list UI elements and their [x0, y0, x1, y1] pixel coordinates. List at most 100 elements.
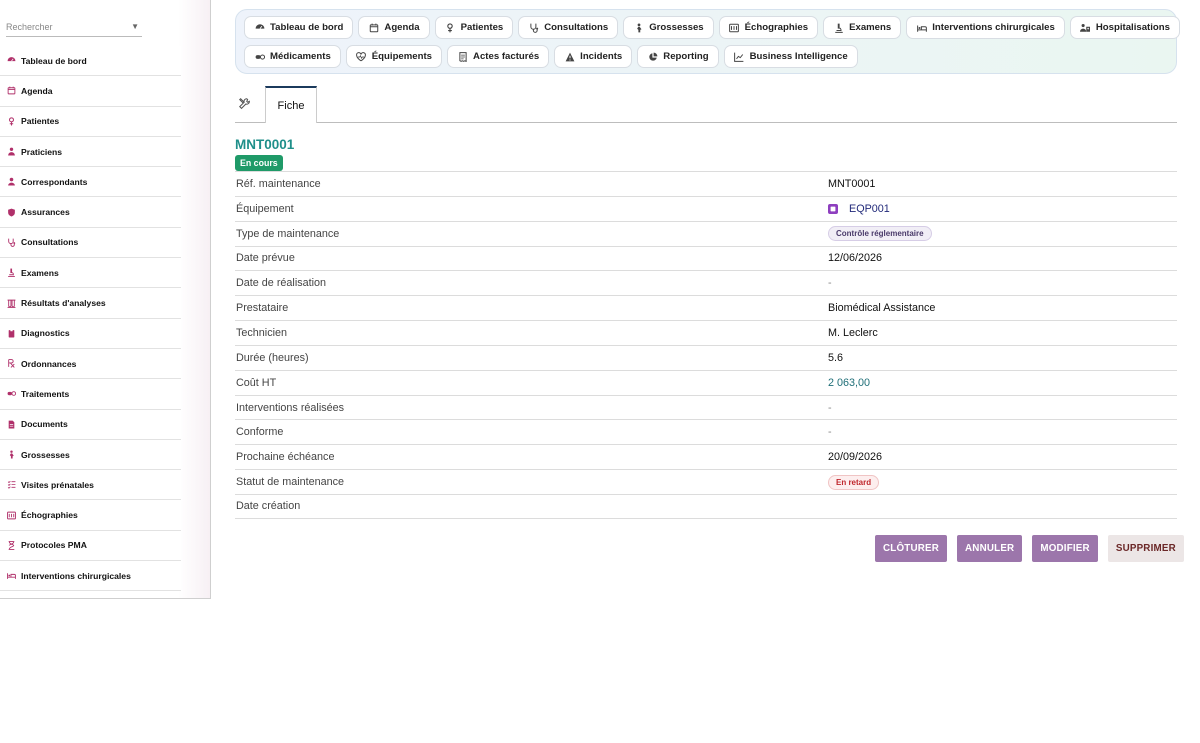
detail-value-cell: - [828, 426, 832, 438]
detail-value: 20/09/2026 [828, 451, 883, 464]
nav-button-label: Interventions chirurgicales [932, 22, 1055, 33]
sidebar-item-dashboard[interactable]: Tableau de bord [0, 46, 181, 77]
nav-button-label: Business Intelligence [749, 51, 848, 62]
sidebar-item-pills[interactable]: Traitements [0, 379, 181, 410]
sidebar-item-label: Correspondants [21, 176, 88, 187]
sidebar-item-label: Visites prénatales [21, 479, 94, 490]
nav-button-ultrasound[interactable]: Échographies [718, 16, 819, 39]
sidebar-item-label: Documents [21, 419, 68, 430]
nav-button-hospital-user[interactable]: Hospitalisations [1069, 16, 1180, 39]
nav-button-invoice[interactable]: Actes facturés [447, 45, 550, 68]
detail-row: Type de maintenance Contrôle réglementair… [235, 220, 1177, 246]
detail-label: Date de réalisation [236, 277, 327, 290]
sidebar-item-label: Diagnostics [21, 328, 70, 339]
dashboard-icon [6, 56, 16, 66]
nav-button-label: Examens [849, 22, 892, 33]
detail-value: - [828, 277, 832, 290]
pills-icon [254, 51, 265, 62]
detail-label: Technicien [236, 326, 288, 339]
nav-button-pregnant[interactable]: Grossesses [623, 16, 714, 39]
bed-icon [6, 571, 16, 581]
search-select[interactable]: Rechercher ▼ [6, 17, 142, 37]
shield-icon [6, 207, 16, 217]
sidebar-item-clipboard[interactable]: Diagnostics [0, 318, 181, 349]
nav-button-heart-pulse[interactable]: Équipements [345, 45, 443, 68]
search-placeholder: Rechercher [6, 21, 53, 32]
warning-icon [564, 51, 575, 62]
sidebar-item-vials[interactable]: Résultats d'analyses [0, 288, 181, 319]
nav-button-microscope[interactable]: Examens [823, 16, 902, 39]
tools-icon[interactable] [238, 97, 252, 111]
nav-button-stethoscope[interactable]: Consultations [518, 16, 619, 39]
sidebar-item-label: Praticiens [21, 146, 63, 157]
female-icon [445, 22, 456, 33]
sidebar-item-label: Échographies [21, 510, 78, 521]
nav-button-calendar[interactable]: Agenda [358, 16, 430, 39]
sidebar-item-shield[interactable]: Assurances [0, 197, 181, 228]
detail-label: Prochaine échéance [236, 451, 335, 464]
hospital-user-icon [1080, 22, 1091, 33]
maintenance-type-badge: Contrôle réglementaire [828, 226, 932, 242]
nav-button-label: Agenda [384, 22, 420, 33]
sidebar-item-stethoscope[interactable]: Consultations [0, 227, 181, 259]
detail-value: MNT0001 [828, 177, 876, 190]
bed-icon [916, 22, 927, 33]
sidebar-item-file[interactable]: Documents [0, 409, 181, 440]
sidebar-item-label: Tableau de bord [21, 55, 87, 66]
stethoscope-icon [6, 237, 16, 247]
delete-button[interactable]: SUPPRIMER [1107, 535, 1184, 562]
detail-row: Statut de maintenance En retard [235, 469, 1177, 494]
maintenance-status-badge: En retard [828, 474, 880, 490]
detail-label: Équipement [236, 202, 294, 215]
nav-button-bed[interactable]: Interventions chirurgicales [906, 16, 1065, 39]
detail-row: Date création [235, 493, 1177, 519]
vials-icon [6, 298, 16, 308]
sidebar-item-label: Patientes [21, 116, 60, 127]
equipment-link[interactable]: EQP001 [849, 203, 890, 215]
sidebar-item-prescription[interactable]: Ordonnances [0, 348, 181, 380]
female-icon [6, 116, 16, 126]
nav-button-dashboard[interactable]: Tableau de bord [244, 16, 354, 39]
sidebar-item-bed[interactable]: Interventions chirurgicales [0, 561, 181, 592]
nav-button-line-chart[interactable]: Business Intelligence [723, 45, 858, 68]
sidebar-item-label: Ordonnances [21, 358, 77, 369]
sidebar-item-checklist[interactable]: Visites prénatales [0, 470, 181, 501]
pregnant-icon [6, 450, 16, 460]
nav-button-pills[interactable]: Médicaments [244, 45, 341, 68]
detail-value-cell: - [828, 402, 832, 414]
sidebar-item-microscope[interactable]: Examens [0, 258, 181, 289]
sidebar-item-label: Résultats d'analyses [21, 298, 106, 309]
dashboard-icon [254, 22, 265, 33]
nav-button-label: Équipements [371, 51, 433, 62]
detail-value: - [828, 401, 832, 414]
ultrasound-icon [6, 510, 16, 520]
detail-label: Prestataire [236, 302, 289, 315]
sidebar-item-pregnant[interactable]: Grossesses [0, 439, 181, 471]
detail-value: M. Leclerc [828, 326, 878, 339]
sidebar-item-doctor[interactable]: Praticiens [0, 136, 181, 168]
detail-row: Conforme - [235, 419, 1177, 444]
nav-button-pie-chart[interactable]: Reporting [637, 45, 719, 68]
caret-down-icon: ▼ [131, 22, 139, 31]
detail-value: Biomédical Assistance [828, 302, 936, 315]
sidebar-item-calendar[interactable]: Agenda [0, 76, 181, 107]
nav-button-warning[interactable]: Incidents [554, 45, 633, 68]
detail-row: Équipement EQP001 [235, 195, 1177, 221]
top-navigation-row-1: Tableau de bord Agenda Patientes Consultati… [244, 16, 1180, 39]
tab-fiche[interactable]: Fiche [265, 86, 317, 123]
line-chart-icon [734, 51, 745, 62]
edit-button[interactable]: MODIFIER [1032, 535, 1098, 562]
sidebar-item-hourglass[interactable]: Protocoles PMA [0, 530, 181, 562]
sidebar-item-user[interactable]: Correspondants [0, 167, 181, 198]
detail-label: Date création [236, 500, 301, 513]
sidebar-item-ultrasound[interactable]: Échographies [0, 500, 181, 531]
detail-value-cell: 2 063,00 [828, 377, 870, 389]
sidebar-item-female[interactable]: Patientes [0, 106, 181, 137]
detail-value-cell: M. Leclerc [828, 327, 878, 339]
close-record-button[interactable]: CLÔTURER [875, 535, 948, 562]
detail-label: Statut de maintenance [236, 476, 345, 489]
nav-button-female[interactable]: Patientes [434, 16, 514, 39]
sidebar-item-label: Grossesses [21, 449, 70, 460]
detail-value-cell: Biomédical Assistance [828, 302, 935, 314]
cancel-button[interactable]: ANNULER [957, 535, 1023, 562]
